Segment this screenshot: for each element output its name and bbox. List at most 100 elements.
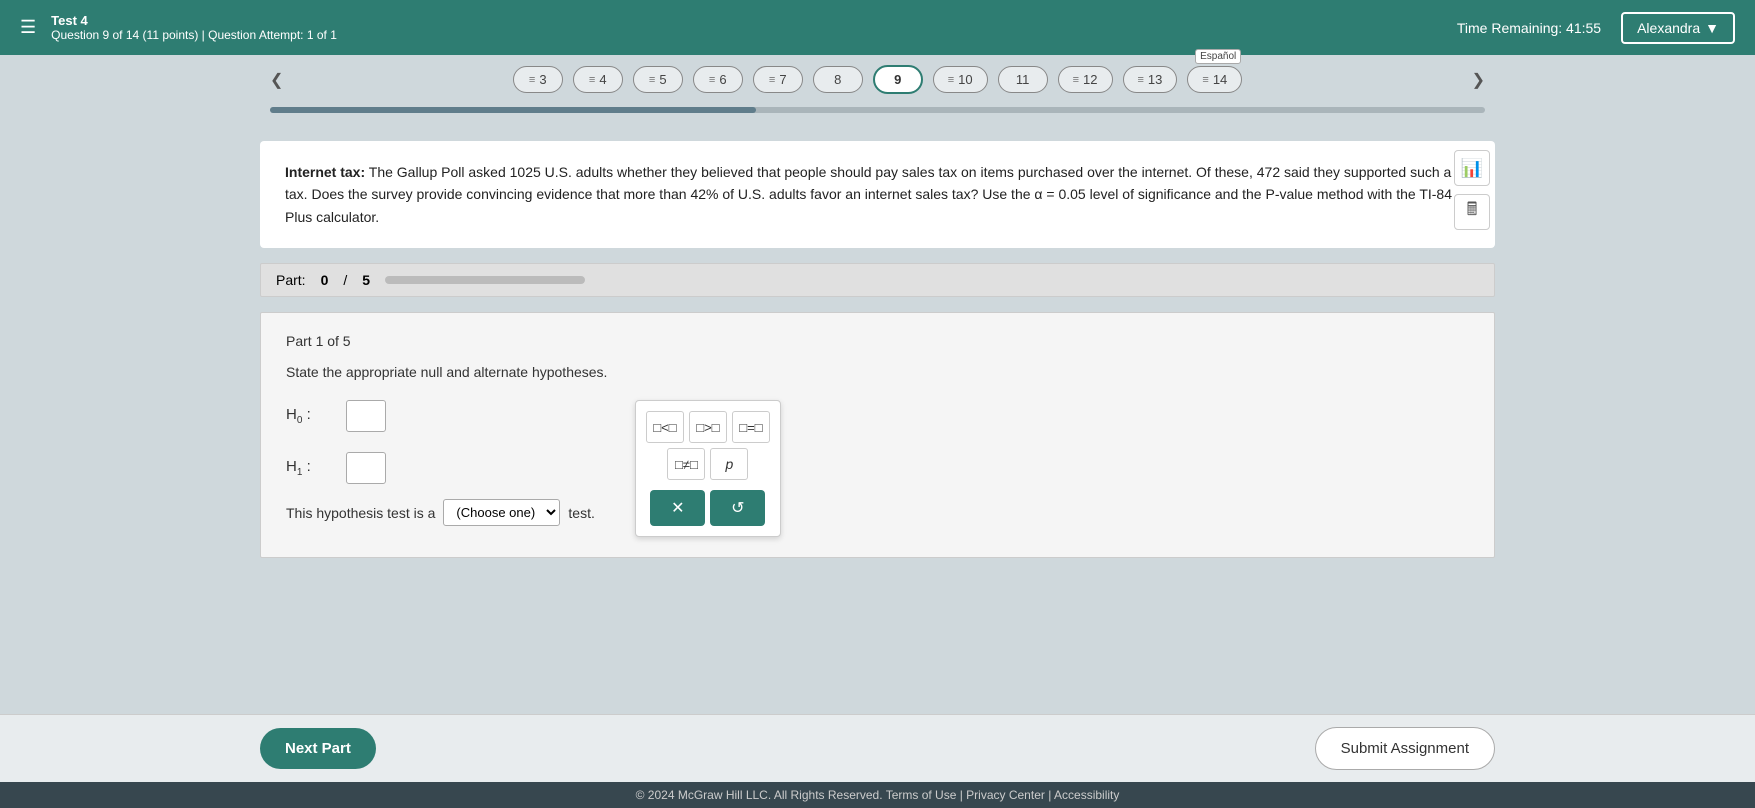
question-label-bold: Internet tax: (285, 164, 365, 180)
nav-q-label: 11 (1016, 72, 1030, 87)
reset-button[interactable]: ↺ (710, 490, 765, 526)
test-type-suffix: test. (568, 505, 594, 521)
symbol-row-2: □≠□ p (646, 448, 770, 480)
nav-q-label: 6 (719, 72, 726, 87)
nav-right-arrow[interactable]: ❯ (1462, 70, 1495, 90)
nav-question-q12[interactable]: ≡ 12 (1058, 66, 1113, 93)
footer-bar: Next Part Submit Assignment (0, 714, 1755, 782)
symbol-row-1: □<□ □>□ □=□ (646, 411, 770, 443)
part-current: 0 (321, 272, 329, 288)
symbol-less-than[interactable]: □<□ (646, 411, 684, 443)
right-toolbar: 📊 🖩 (1454, 150, 1490, 230)
nav-question-q13[interactable]: ≡ 13 (1123, 66, 1178, 93)
eq-icon: ≡ (769, 74, 775, 86)
menu-icon[interactable]: ☰ (20, 17, 36, 38)
nav-q-label: 14 (1213, 72, 1227, 87)
nav-question-q9[interactable]: 9 (873, 65, 923, 94)
action-btn-row: ✕ ↺ (646, 490, 770, 526)
nav-q-label: 8 (834, 72, 841, 87)
part-title: Part 1 of 5 (286, 333, 1469, 349)
nav-question-q8[interactable]: 8 (813, 66, 863, 93)
nav-q-label: 3 (539, 72, 546, 87)
calc-icon: 🖩 (1467, 197, 1478, 227)
eq-icon: ≡ (1138, 74, 1144, 86)
hypothesis-inputs-and-test: H0 : H1 : This hypothesis test is a (Cho… (286, 400, 595, 526)
h1-label: H1 : (286, 458, 336, 478)
part-header: Part: 0 / 5 (260, 263, 1495, 297)
nav-q-label: 5 (659, 72, 666, 87)
time-remaining: Time Remaining: 41:55 (1457, 20, 1601, 36)
accessibility-link[interactable]: Accessibility (1054, 788, 1119, 802)
symbol-p[interactable]: p (710, 448, 748, 480)
nav-question-q6[interactable]: ≡ 6 (693, 66, 743, 93)
h0-input[interactable] (346, 400, 386, 432)
nav-question-q14[interactable]: Español≡ 14 (1187, 66, 1242, 93)
eq-icon: ≡ (709, 74, 715, 86)
header-left: ☰ Test 4 Question 9 of 14 (11 points) | … (20, 13, 337, 42)
eq-icon: ≡ (1202, 74, 1208, 86)
nav-question-q4[interactable]: ≡ 4 (573, 66, 623, 93)
eq-icon: ≡ (1073, 74, 1079, 86)
nav-question-q3[interactable]: ≡ 3 (513, 66, 563, 93)
next-part-button[interactable]: Next Part (260, 728, 376, 769)
test-name: Test 4 (51, 13, 337, 28)
copyright-text: © 2024 McGraw Hill LLC. All Rights Reser… (636, 788, 883, 802)
esp-label: Español (1195, 49, 1241, 64)
nav-question-q5[interactable]: ≡ 5 (633, 66, 683, 93)
eq-icon: ≡ (529, 74, 535, 86)
user-name: Alexandra (1637, 20, 1700, 36)
copyright-bar: © 2024 McGraw Hill LLC. All Rights Reser… (0, 782, 1755, 808)
h0-row: H0 : (286, 400, 595, 432)
chart-icon: 📊 (1461, 158, 1483, 179)
privacy-link[interactable]: Privacy Center (966, 788, 1045, 802)
nav-q-label: 10 (958, 72, 972, 87)
terms-link[interactable]: Terms of Use (886, 788, 957, 802)
symbol-equals[interactable]: □=□ (732, 411, 770, 443)
question-text: Internet tax: The Gallup Poll asked 1025… (285, 161, 1470, 228)
question-body: The Gallup Poll asked 1025 U.S. adults w… (285, 164, 1452, 225)
part-instruction: State the appropriate null and alternate… (286, 364, 1469, 380)
question-content: Internet tax: The Gallup Poll asked 1025… (260, 141, 1495, 248)
submit-assignment-button[interactable]: Submit Assignment (1315, 727, 1495, 770)
part-separator: / (343, 272, 347, 288)
nav-q-label: 9 (894, 72, 901, 87)
app-header: ☰ Test 4 Question 9 of 14 (11 points) | … (0, 0, 1755, 55)
main-content: Internet tax: The Gallup Poll asked 1025… (0, 121, 1755, 714)
h1-row: H1 : (286, 452, 595, 484)
hypothesis-section: H0 : H1 : This hypothesis test is a (Cho… (286, 400, 1469, 537)
nav-question-q11[interactable]: 11 (998, 66, 1048, 93)
nav-q-label: 12 (1083, 72, 1097, 87)
symbol-not-equals[interactable]: □≠□ (667, 448, 705, 480)
hypothesis-inputs: H0 : H1 : (286, 400, 595, 484)
part-body: Part 1 of 5 State the appropriate null a… (260, 312, 1495, 558)
nav-q-label: 7 (779, 72, 786, 87)
clear-button[interactable]: ✕ (650, 490, 705, 526)
nav-question-q10[interactable]: ≡ 10 (933, 66, 988, 93)
dropdown-icon: ▼ (1705, 20, 1719, 36)
test-type-row: This hypothesis test is a (Choose one) l… (286, 499, 595, 526)
progress-bar-area (0, 104, 1755, 121)
symbol-greater-than[interactable]: □>□ (689, 411, 727, 443)
eq-icon: ≡ (649, 74, 655, 86)
part-total: 5 (362, 272, 370, 288)
user-menu-button[interactable]: Alexandra ▼ (1621, 12, 1735, 44)
eq-icon: ≡ (948, 74, 954, 86)
header-right: Time Remaining: 41:55 Alexandra ▼ (1457, 12, 1735, 44)
h0-label: H0 : (286, 406, 336, 426)
nav-left-arrow[interactable]: ❮ (260, 70, 293, 90)
chart-toolbar-button[interactable]: 📊 (1454, 150, 1490, 186)
calculator-toolbar-button[interactable]: 🖩 (1454, 194, 1490, 230)
symbol-pad: □<□ □>□ □=□ □≠□ p ✕ ↺ (635, 400, 781, 537)
part-progress-bar (385, 276, 585, 284)
header-title: Test 4 Question 9 of 14 (11 points) | Qu… (51, 13, 337, 42)
nav-q-label: 13 (1148, 72, 1162, 87)
progress-track (270, 107, 1485, 113)
question-navigation: ❮ ≡ 3≡ 4≡ 5≡ 6≡ 789≡ 1011≡ 12≡ 13Español… (0, 55, 1755, 104)
nav-q-label: 4 (599, 72, 606, 87)
h1-input[interactable] (346, 452, 386, 484)
question-info: Question 9 of 14 (11 points) | Question … (51, 28, 337, 42)
test-type-prefix: This hypothesis test is a (286, 505, 435, 521)
test-type-select[interactable]: (Choose one) left-tailed right-tailed tw… (443, 499, 560, 526)
nav-question-q7[interactable]: ≡ 7 (753, 66, 803, 93)
part-label: Part: (276, 272, 306, 288)
